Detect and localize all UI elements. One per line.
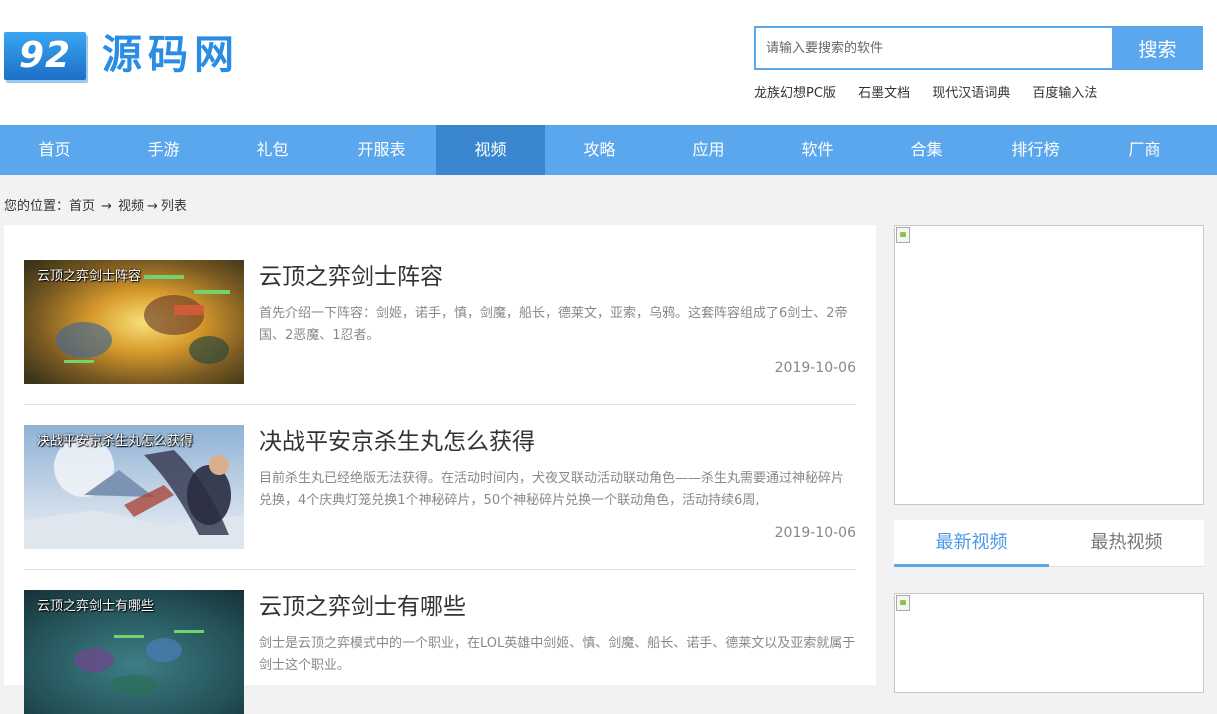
hot-search-links: 龙族幻想PC版 石墨文档 现代汉语词典 百度输入法 xyxy=(754,82,1097,101)
breadcrumb-home[interactable]: 首页 xyxy=(69,199,95,214)
breadcrumb-arrow: → xyxy=(101,199,112,214)
logo-text: 源码网 xyxy=(102,32,240,78)
video-thumbnail[interactable]: 云顶之弈剑士阵容 xyxy=(24,260,244,384)
breadcrumb: 您的位置：首页 → 视频 → 列表 xyxy=(4,195,187,214)
breadcrumb-current: 列表 xyxy=(160,199,187,214)
nav-item-apps[interactable]: 应用 xyxy=(654,125,763,175)
hot-link[interactable]: 龙族幻想PC版 xyxy=(754,86,836,101)
article-title[interactable]: 云顶之弈剑士阵容 xyxy=(259,260,443,294)
nav-item-home[interactable]: 首页 xyxy=(0,125,109,175)
hot-link[interactable]: 石墨文档 xyxy=(858,86,910,101)
article-title[interactable]: 云顶之弈剑士有哪些 xyxy=(259,590,466,624)
search-box xyxy=(754,26,1112,70)
breadcrumb-arrow: → xyxy=(146,199,158,214)
breadcrumb-section[interactable]: 视频 xyxy=(118,199,144,214)
sidebar-ad-slot[interactable] xyxy=(894,225,1204,505)
video-thumbnail[interactable]: 决战平安京杀生丸怎么获得 xyxy=(24,425,244,549)
hot-link[interactable]: 百度输入法 xyxy=(1032,86,1097,101)
nav-item-software[interactable]: 软件 xyxy=(763,125,872,175)
broken-image-icon xyxy=(896,227,910,243)
breadcrumb-prefix: 您的位置： xyxy=(4,199,70,214)
logo-badge: 92 xyxy=(4,32,86,80)
broken-image-icon xyxy=(896,595,910,611)
nav-item-videos[interactable]: 视频 xyxy=(436,125,545,175)
article-summary: 剑士是云顶之弈模式中的一个职业，在LOL英雄中剑姬、慎、剑魔、船长、诺手、德莱文… xyxy=(259,636,856,673)
video-list: 云顶之弈剑士阵容 云顶之弈剑士阵容 首先介绍一下阵容：剑姬，诺手，慎，剑魔，船长… xyxy=(4,225,876,714)
article-date: 2019-10-06 xyxy=(774,525,856,541)
list-item[interactable]: 云顶之弈剑士阵容 云顶之弈剑士阵容 首先介绍一下阵容：剑姬，诺手，慎，剑魔，船长… xyxy=(24,260,856,384)
nav-item-rankings[interactable]: 排行榜 xyxy=(981,125,1090,175)
nav-item-guides[interactable]: 攻略 xyxy=(545,125,654,175)
search-input[interactable] xyxy=(756,28,1096,68)
search-button[interactable]: 搜索 xyxy=(1112,26,1203,70)
sidebar-tabs: 最新视频 最热视频 xyxy=(894,520,1204,567)
divider xyxy=(24,404,856,405)
active-tab-indicator xyxy=(894,564,1049,567)
sidebar-video-slot[interactable] xyxy=(894,593,1204,693)
video-thumbnail[interactable]: 云顶之弈剑士有哪些 xyxy=(24,590,244,714)
tab-hot-videos[interactable]: 最热视频 xyxy=(1049,520,1204,566)
article-summary: 首先介绍一下阵容：剑姬，诺手，慎，剑魔，船长，德莱文，亚索，乌鸦。这套阵容组成了… xyxy=(259,306,848,343)
site-logo[interactable]: 92 源码网 xyxy=(4,31,249,81)
hot-link[interactable]: 现代汉语词典 xyxy=(932,86,1010,101)
thumbnail-caption: 云顶之弈剑士阵容 xyxy=(37,269,142,284)
thumbnail-caption: 云顶之弈剑士有哪些 xyxy=(37,599,155,614)
tab-latest-videos[interactable]: 最新视频 xyxy=(894,520,1049,566)
thumbnail-caption: 决战平安京杀生丸怎么获得 xyxy=(37,434,194,449)
article-summary: 目前杀生丸已经绝版无法获得。在活动时间内，犬夜叉联动活动联动角色——杀生丸需要通… xyxy=(259,471,845,508)
nav-item-vendors[interactable]: 厂商 xyxy=(1090,125,1199,175)
list-item[interactable]: 决战平安京杀生丸怎么获得 决战平安京杀生丸怎么获得 目前杀生丸已经绝版无法获得。… xyxy=(24,425,856,549)
nav-item-server-schedule[interactable]: 开服表 xyxy=(327,125,436,175)
nav-item-gift-packs[interactable]: 礼包 xyxy=(218,125,327,175)
article-date: 2019-10-06 xyxy=(774,360,856,376)
list-item[interactable]: 云顶之弈剑士有哪些 云顶之弈剑士有哪些 剑士是云顶之弈模式中的一个职业，在LOL… xyxy=(24,590,856,714)
site-header: 92 源码网 搜索 龙族幻想PC版 石墨文档 现代汉语词典 百度输入法 xyxy=(0,0,1217,125)
article-title[interactable]: 决战平安京杀生丸怎么获得 xyxy=(259,425,535,459)
nav-item-mobile-games[interactable]: 手游 xyxy=(109,125,218,175)
nav-item-collections[interactable]: 合集 xyxy=(872,125,981,175)
main-nav: 首页 手游 礼包 开服表 视频 攻略 应用 软件 合集 排行榜 厂商 xyxy=(0,125,1217,175)
divider xyxy=(24,569,856,570)
